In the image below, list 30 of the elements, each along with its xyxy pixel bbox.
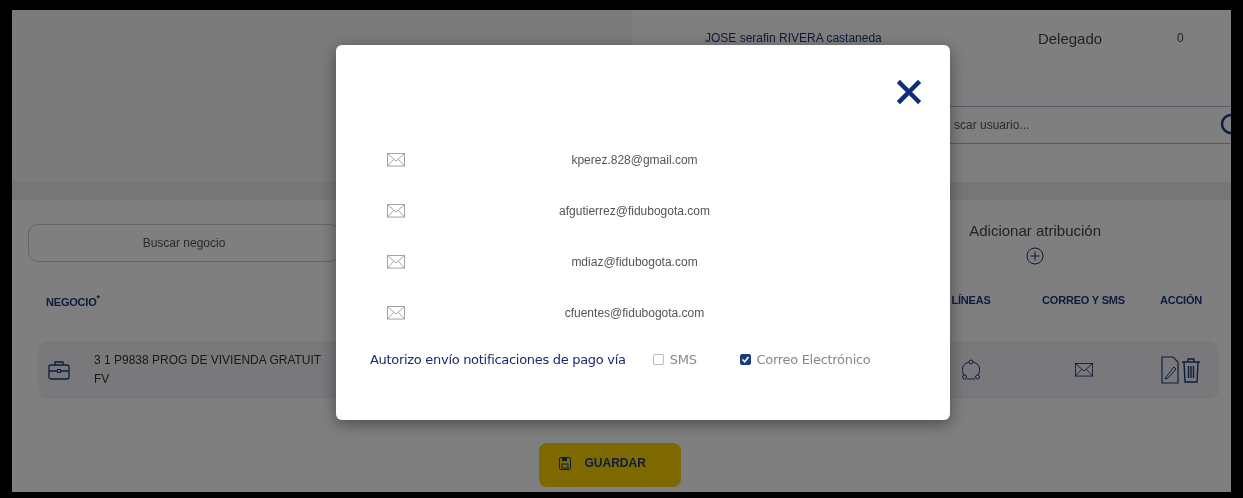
business-name: 3 1 P9838 PROG DE VIVIENDA GRATUIT FV xyxy=(94,352,322,388)
consent-label: Autorizo envío notificaciones de pago vía xyxy=(370,352,627,367)
email-address: kperez.828@gmail.com xyxy=(570,153,699,167)
envelope-icon xyxy=(1074,363,1093,377)
email-address: cfuentes@fidubogota.com xyxy=(563,306,706,320)
add-attribution-label: Adicionar atribución xyxy=(969,222,1101,239)
column-header: ACCIÓN xyxy=(1158,294,1204,306)
edit-icon[interactable] xyxy=(1161,356,1179,384)
envelope-icon xyxy=(387,306,405,320)
user-role: Delegado xyxy=(1036,29,1104,47)
cycle-icon[interactable] xyxy=(962,359,980,381)
close-button[interactable] xyxy=(896,79,922,105)
envelope-icon xyxy=(387,204,405,218)
envelope-icon xyxy=(387,153,405,167)
envelope-icon xyxy=(387,255,405,269)
briefcase-icon xyxy=(48,360,70,380)
add-icon[interactable] xyxy=(1026,247,1045,265)
notification-option[interactable]: SMS xyxy=(652,352,740,367)
email-address: mdiaz@fidubogota.com xyxy=(570,255,699,269)
user-name: JOSE serafin RIVERA castaneda xyxy=(705,31,883,45)
checkbox[interactable] xyxy=(652,354,664,365)
user-count: 0 xyxy=(1176,31,1185,45)
email-address: afgutierrez@fidubogota.com xyxy=(558,204,711,218)
trash-icon[interactable] xyxy=(1181,357,1201,383)
column-header: LÍNEAS xyxy=(950,294,992,306)
column-header: CORREO Y SMS xyxy=(1041,294,1126,306)
column-header: NEGOCIO$^{*}$ xyxy=(46,292,101,308)
notification-option[interactable]: Correo Electrónico xyxy=(739,352,922,367)
checkbox[interactable] xyxy=(739,354,751,365)
save-button[interactable]: GUARDAR xyxy=(538,443,681,487)
